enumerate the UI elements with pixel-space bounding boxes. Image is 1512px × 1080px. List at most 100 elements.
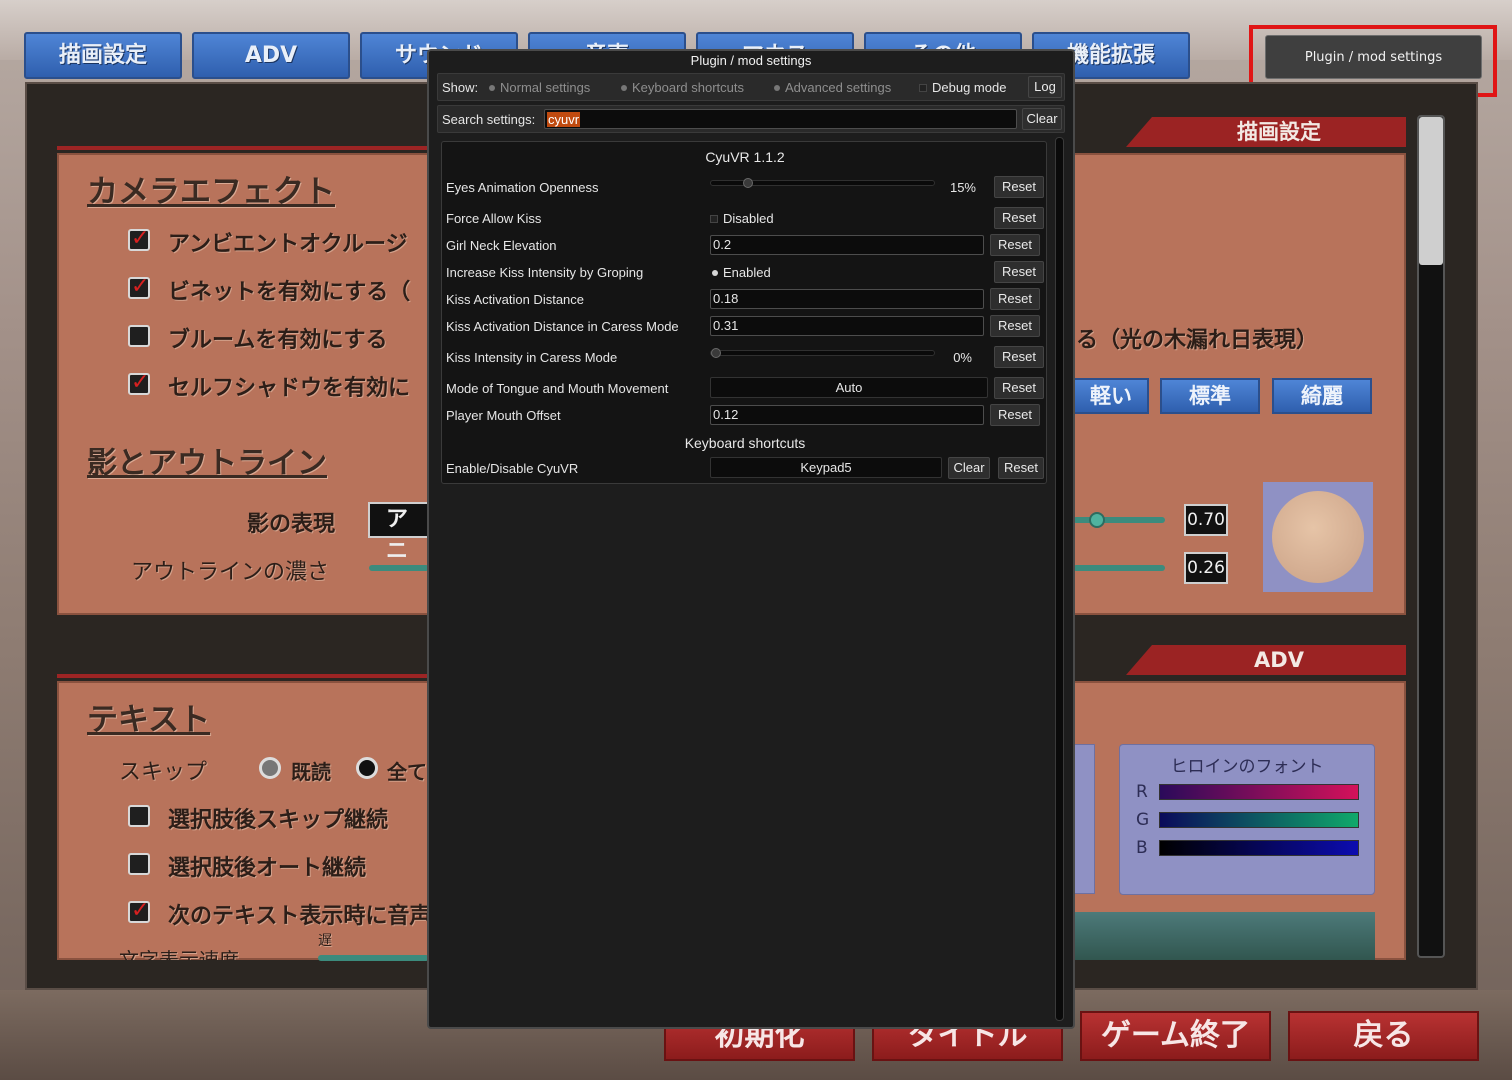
setting-label: Kiss Intensity in Caress Mode bbox=[446, 350, 618, 365]
player-mouth-offset-input[interactable]: 0.12 bbox=[710, 405, 984, 425]
kiss-activation-caress-input[interactable]: 0.31 bbox=[710, 316, 984, 336]
panel-divider bbox=[57, 146, 429, 150]
reset-button[interactable]: Reset bbox=[990, 234, 1040, 256]
eyes-openness-slider[interactable] bbox=[710, 178, 935, 188]
skip-all-radio[interactable] bbox=[356, 757, 378, 779]
skip-read-radio[interactable] bbox=[259, 757, 281, 779]
settings-scrollbar-thumb[interactable] bbox=[1419, 117, 1443, 265]
kiss-intensity-caress-slider[interactable] bbox=[710, 348, 935, 358]
force-allow-kiss-toggle[interactable]: Disabled bbox=[710, 211, 774, 226]
skip-after-choice-checkbox[interactable] bbox=[128, 805, 150, 827]
outline-density-slider[interactable] bbox=[369, 565, 429, 571]
setting-label: Eyes Animation Openness bbox=[446, 180, 599, 195]
reset-button[interactable]: Reset bbox=[990, 288, 1040, 310]
r-slider[interactable] bbox=[1159, 784, 1359, 800]
shadow-expression-select[interactable]: アニ bbox=[368, 502, 429, 564]
color-preview-box[interactable] bbox=[1263, 482, 1373, 592]
filter-keyboard-radio[interactable] bbox=[621, 84, 627, 91]
debug-mode-checkbox[interactable] bbox=[919, 83, 927, 92]
reset-button[interactable]: Reset bbox=[990, 315, 1040, 337]
tab-render-settings[interactable]: 描画設定 bbox=[24, 32, 182, 79]
g-label: G bbox=[1136, 810, 1150, 830]
slow-label: 遅 bbox=[318, 933, 332, 949]
shortcut-clear-button[interactable]: Clear bbox=[948, 457, 990, 479]
filter-normal-radio[interactable] bbox=[489, 84, 495, 91]
eyes-openness-value: 15% bbox=[949, 180, 976, 195]
force-allow-kiss-checkbox[interactable] bbox=[710, 214, 718, 223]
preview-image bbox=[1073, 912, 1375, 960]
reset-button[interactable]: Reset bbox=[994, 207, 1044, 229]
self-shadow-checkbox[interactable] bbox=[128, 370, 150, 395]
reset-button[interactable]: Reset bbox=[994, 377, 1044, 399]
kiss-intensity-caress-slider-knob[interactable] bbox=[711, 348, 721, 358]
show-filter-bar: Show: Normal settings Keyboard shortcuts… bbox=[437, 73, 1065, 101]
tongue-mouth-mode-dropdown[interactable]: Auto bbox=[710, 377, 988, 398]
vignette-checkbox[interactable] bbox=[128, 274, 150, 299]
filter-keyboard-label: Keyboard shortcuts bbox=[632, 80, 745, 95]
g-slider[interactable] bbox=[1159, 812, 1359, 828]
setting-label: Enable/Disable CyuVR bbox=[446, 461, 579, 476]
search-bar: Search settings: cyuvr Clear bbox=[437, 105, 1065, 133]
reset-button[interactable]: Reset bbox=[998, 457, 1044, 479]
shadow-slider-track[interactable] bbox=[1073, 517, 1165, 523]
filter-keyboard[interactable]: Keyboard shortcuts bbox=[621, 80, 744, 95]
search-clear-button[interactable]: Clear bbox=[1022, 108, 1062, 130]
r-label: R bbox=[1136, 782, 1148, 802]
force-allow-kiss-state: Disabled bbox=[723, 211, 774, 226]
bloom-label: ブルームを有効にする bbox=[168, 328, 388, 353]
bloom-checkbox[interactable] bbox=[128, 325, 150, 347]
debug-mode-toggle[interactable]: Debug mode bbox=[919, 80, 1006, 95]
setting-label: Kiss Activation Distance bbox=[446, 292, 585, 307]
camera-effect-title: カメラエフェクト bbox=[87, 174, 335, 210]
search-label: Search settings: bbox=[442, 112, 536, 127]
search-input[interactable]: cyuvr bbox=[544, 109, 1017, 129]
filter-normal-label: Normal settings bbox=[500, 80, 591, 95]
quit-game-button[interactable]: ゲーム終了 bbox=[1080, 1011, 1271, 1061]
filter-advanced-radio[interactable] bbox=[774, 84, 780, 91]
skip-read-label: 既読 bbox=[291, 760, 331, 784]
setting-label: Player Mouth Offset bbox=[446, 408, 561, 423]
shadow-slider-knob[interactable] bbox=[1089, 512, 1105, 528]
filter-normal[interactable]: Normal settings bbox=[489, 80, 590, 95]
outline-slider-track[interactable] bbox=[1073, 565, 1165, 571]
girl-neck-elevation-input[interactable]: 0.2 bbox=[710, 235, 984, 255]
b-label: B bbox=[1136, 838, 1148, 858]
tab-adv[interactable]: ADV bbox=[192, 32, 350, 79]
heroine-font-title: ヒロインのフォント bbox=[1170, 757, 1324, 777]
shortcut-key-field[interactable]: Keypad5 bbox=[710, 457, 942, 478]
show-label: Show: bbox=[442, 80, 479, 95]
reset-button[interactable]: Reset bbox=[994, 346, 1044, 368]
quality-standard-button[interactable]: 標準 bbox=[1160, 378, 1260, 414]
search-input-value: cyuvr bbox=[547, 112, 581, 127]
setting-label: Increase Kiss Intensity by Groping bbox=[446, 265, 644, 280]
kiss-activation-distance-input[interactable]: 0.18 bbox=[710, 289, 984, 309]
filter-advanced[interactable]: Advanced settings bbox=[774, 80, 891, 95]
log-button[interactable]: Log bbox=[1028, 76, 1062, 98]
reset-button[interactable]: Reset bbox=[994, 176, 1044, 198]
plugin-mod-settings-button[interactable]: Plugin / mod settings bbox=[1265, 35, 1482, 79]
eyes-openness-slider-knob[interactable] bbox=[743, 178, 753, 188]
reset-button[interactable]: Reset bbox=[994, 261, 1044, 283]
voice-next-text-checkbox[interactable] bbox=[128, 898, 150, 923]
reset-button[interactable]: Reset bbox=[990, 404, 1040, 426]
back-button[interactable]: 戻る bbox=[1288, 1011, 1479, 1061]
ribbon-adv: ADV bbox=[1126, 645, 1406, 675]
dialog-scrollbar[interactable] bbox=[1055, 137, 1064, 1021]
outline-value: 0.26 bbox=[1184, 552, 1228, 584]
quality-light-button[interactable]: 軽い bbox=[1073, 378, 1149, 414]
plugin-header: CyuVR 1.1.2 bbox=[705, 149, 785, 165]
b-slider[interactable] bbox=[1159, 840, 1359, 856]
kiss-intensity-groping-radio[interactable] bbox=[712, 269, 718, 276]
ambient-occlusion-checkbox[interactable] bbox=[128, 226, 150, 251]
kiss-intensity-groping-toggle[interactable]: Enabled bbox=[712, 265, 771, 280]
skip-after-choice-label: 選択肢後スキップ継続 bbox=[168, 808, 389, 833]
quality-pretty-button[interactable]: 綺麗 bbox=[1272, 378, 1372, 414]
auto-after-choice-checkbox[interactable] bbox=[128, 853, 150, 875]
text-speed-slider[interactable] bbox=[318, 955, 429, 961]
dialog-title: Plugin / mod settings bbox=[690, 53, 812, 68]
ribbon-render-settings: 描画設定 bbox=[1126, 117, 1406, 147]
self-shadow-label: セルフシャドウを有効に bbox=[168, 376, 411, 401]
keyboard-shortcuts-header: Keyboard shortcuts bbox=[684, 435, 806, 451]
text-section-title: テキスト bbox=[87, 702, 211, 738]
panel-divider-2 bbox=[57, 674, 429, 678]
